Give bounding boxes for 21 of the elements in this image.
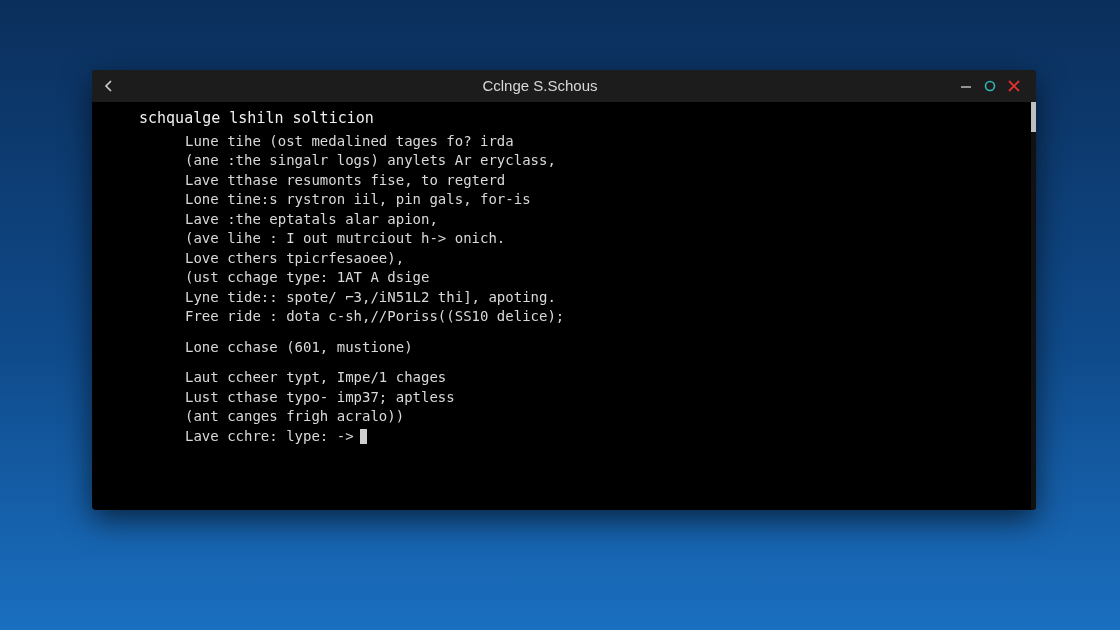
terminal-line: Lave :the eptatals alar apion, [185,209,438,229]
scrollbar-thumb[interactable] [1031,102,1036,132]
terminal-line: (ave lihe : I out mutrciout h-> onich. [185,229,506,248]
terminal-line: Lune tihe (ost medalined tages fo? irda [185,131,514,151]
terminal-line: Lave tthase resumonts fise, to regterd [185,170,506,190]
maximize-icon[interactable] [984,80,996,92]
terminal-line: Love cthers tpicrfesaoee), [185,248,405,268]
terminal-line: Lone tine:s rystron iil, pin gals, for-is [185,190,531,209]
terminal-line: (ane :the singalr logs) anylets Ar eryclass, [185,151,556,170]
window-title: Cclnge S.Schous [481,75,599,96]
text-cursor-icon [359,428,367,444]
terminal-line: Free ride : dota c-sh,//Poriss((SS10 delice); [185,307,565,326]
terminal-line: Lyne tide:: spote/ ⌐3,/iN51L2 thi], apoting. [185,287,556,307]
close-icon[interactable] [1008,80,1020,92]
terminal-line: Lone cchase (601, mustione) [185,337,413,357]
terminal-line: Lust cthase typo- imp37; aptless [185,387,455,407]
terminal-line: Laut ccheer typt, Impe/1 chages [185,368,447,387]
terminal-line: (ant canges frigh acralo)) [185,407,405,426]
terminal-line: (ust cchage type: 1AT A dsige [185,268,430,287]
terminal-heading: schqualge lshiln solticion [139,109,374,129]
terminal-prompt: Lave cchre: lype: -> [185,426,354,446]
